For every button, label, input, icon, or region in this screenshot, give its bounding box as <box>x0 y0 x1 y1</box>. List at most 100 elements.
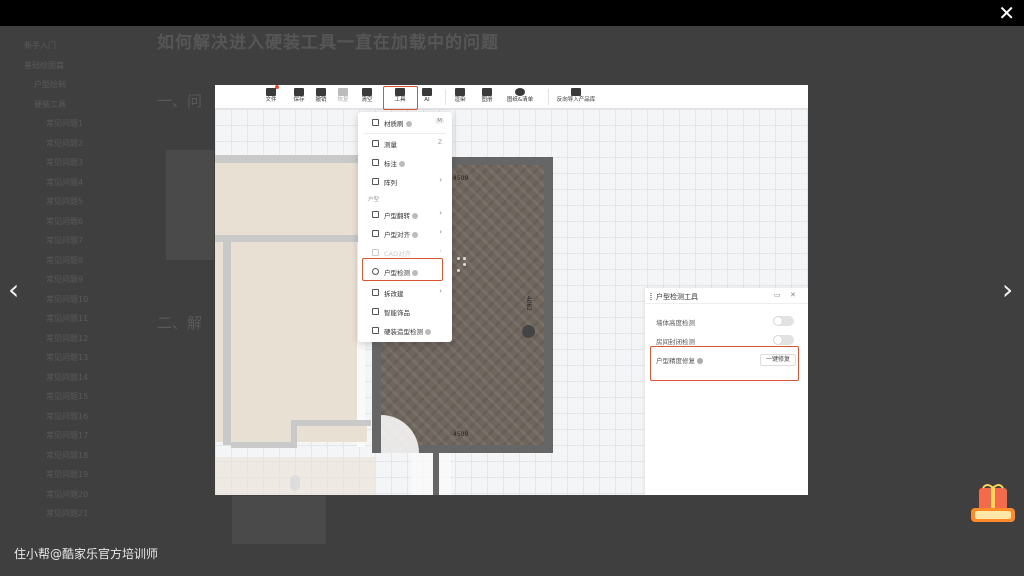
menu-item-align[interactable]: 户型对齐 › <box>358 225 452 243</box>
background-nav-item: 常见问题21 <box>46 509 89 518</box>
toolbar-label: 恢复 <box>337 97 349 103</box>
background-nav-item: 常见问题15 <box>46 392 89 401</box>
close-icon[interactable]: ✕ <box>790 291 796 299</box>
background-nav-item: 常见问题5 <box>46 197 84 206</box>
toolbar-label: 文件 <box>265 97 277 103</box>
gift-badge-icon[interactable] <box>969 482 1017 526</box>
drag-handle-icon[interactable] <box>650 293 652 300</box>
background-nav-item: 户型绘制 <box>34 80 66 89</box>
watermark: 住小帮@酷家乐官方培训师 <box>14 547 159 561</box>
help-icon <box>399 161 405 167</box>
background-nav-item: 常见问题9 <box>46 275 84 284</box>
room-floor <box>215 163 365 235</box>
menu-item-annotate[interactable]: 标注 <box>358 154 452 172</box>
background-nav-item: 常见问题6 <box>46 216 84 226</box>
panel-header: 户型检测工具 ▭ ✕ <box>645 288 808 304</box>
room-floor <box>297 426 367 442</box>
menu-item-material-brush[interactable]: 材质刷 M <box>358 114 452 132</box>
menu-label: 材质刷 <box>384 120 404 128</box>
menu-label: 智能饰品 <box>384 309 410 317</box>
background-nav-item: 常见问题7 <box>46 236 84 245</box>
menu-label: 户型翻转 <box>384 212 410 220</box>
renovate-icon <box>372 289 379 296</box>
array-icon <box>372 178 379 185</box>
import-icon <box>571 88 581 96</box>
toolbar-drawing-button[interactable]: 图纸&清单 <box>503 87 537 107</box>
flip-icon <box>372 211 379 218</box>
column <box>522 325 535 338</box>
toolbar-album-button[interactable]: 图册 <box>474 87 500 107</box>
wall-height-check-label: 墙体高度检测 <box>656 319 695 327</box>
wall <box>452 157 552 165</box>
ruler-icon <box>372 140 379 147</box>
menu-label: 硬装造型检测 <box>384 328 423 336</box>
decor-icon <box>372 308 379 315</box>
toolbar-label: 清空 <box>361 97 373 103</box>
dimension-bottom: 4509 <box>453 431 469 438</box>
toolbar-redo-button[interactable]: 恢复 <box>330 87 356 107</box>
chevron-right-icon: › <box>439 228 442 236</box>
wall <box>215 235 365 242</box>
menu-item-hardcover-check[interactable]: 硬装造型检测 <box>358 322 452 340</box>
menu-item-array[interactable]: 阵列 › <box>358 173 452 191</box>
menu-section-label: 户型 <box>368 197 380 203</box>
dimension-top: 4509 <box>453 175 469 182</box>
panel-title: 户型检测工具 <box>656 293 698 301</box>
room-closure-check-label: 房间封闭检测 <box>656 338 695 346</box>
background-nav-item: 常见问题14 <box>46 372 89 382</box>
background-nav-item: 常见问题10 <box>46 294 89 304</box>
background-nav-item: 常见问题4 <box>46 177 84 187</box>
toolbar-label: 反向导入产品库 <box>556 97 596 103</box>
room-closure-check-toggle[interactable] <box>773 335 794 345</box>
chevron-right-icon: › <box>439 287 442 295</box>
shortcut-key: M <box>435 118 444 124</box>
background-image <box>232 496 326 544</box>
wall <box>433 453 439 495</box>
background-section-one: 一、问 <box>157 92 203 110</box>
image-icon <box>482 88 492 96</box>
menu-label: 标注 <box>384 160 397 168</box>
redo-icon <box>338 88 348 96</box>
background-nav-item: 常见问题1 <box>46 119 84 128</box>
camera-icon <box>455 88 465 96</box>
menu-item-smart-decor[interactable]: 智能饰品 <box>358 303 452 321</box>
help-icon <box>405 121 412 127</box>
background-sidebar: 新手入门 基础绘图篇 户型绘制 硬装工具 常见问题1 常见问题2 常见问题3 常见问题4 常见问… <box>0 26 140 544</box>
background-nav-item: 新手入门 <box>24 41 56 50</box>
floor-marker <box>463 257 466 260</box>
toolbar-file-button[interactable]: 文件 <box>258 87 284 107</box>
minimize-icon[interactable]: ▭ <box>774 291 781 299</box>
background-nav-item: 常见问题18 <box>46 450 89 460</box>
room-floor <box>215 242 223 442</box>
close-icon[interactable]: ✕ <box>998 1 1015 25</box>
doorway <box>411 453 451 495</box>
menu-label: 阵列 <box>384 179 397 187</box>
menu-item-measure[interactable]: 测量 Z <box>358 135 452 153</box>
fixture <box>290 475 300 491</box>
floorplan-check-highlight-box <box>362 258 443 281</box>
wall-height-check-toggle[interactable] <box>773 316 794 326</box>
next-arrow-icon[interactable]: › <box>1002 276 1013 304</box>
background-image <box>166 150 214 260</box>
background-nav-item: 常见问题20 <box>46 489 89 499</box>
wall <box>544 157 553 453</box>
chevron-right-icon: › <box>439 209 442 217</box>
room-floor <box>231 242 357 442</box>
dimension-right: 4062 <box>525 295 533 312</box>
background-nav-item: 常见问题17 <box>46 431 89 440</box>
toolbar-render-button[interactable]: 渲染 <box>447 87 473 107</box>
floor-marker <box>457 269 460 272</box>
floor-marker <box>463 263 466 266</box>
help-icon <box>412 232 418 238</box>
toolbar-clear-button[interactable]: 清空 <box>354 87 380 107</box>
toolbar-import-button[interactable]: 反向导入产品库 <box>551 87 601 107</box>
background-nav-item: 常见问题8 <box>46 255 84 265</box>
help-icon <box>425 329 431 335</box>
undo-icon <box>316 88 326 96</box>
prev-arrow-icon[interactable]: ‹ <box>8 276 19 304</box>
menu-label: 户型对齐 <box>384 231 410 239</box>
wall <box>231 442 291 448</box>
eraser-icon <box>362 88 372 96</box>
menu-item-flip[interactable]: 户型翻转 › <box>358 206 452 224</box>
menu-item-renovate[interactable]: 拆改建 › <box>358 284 452 302</box>
